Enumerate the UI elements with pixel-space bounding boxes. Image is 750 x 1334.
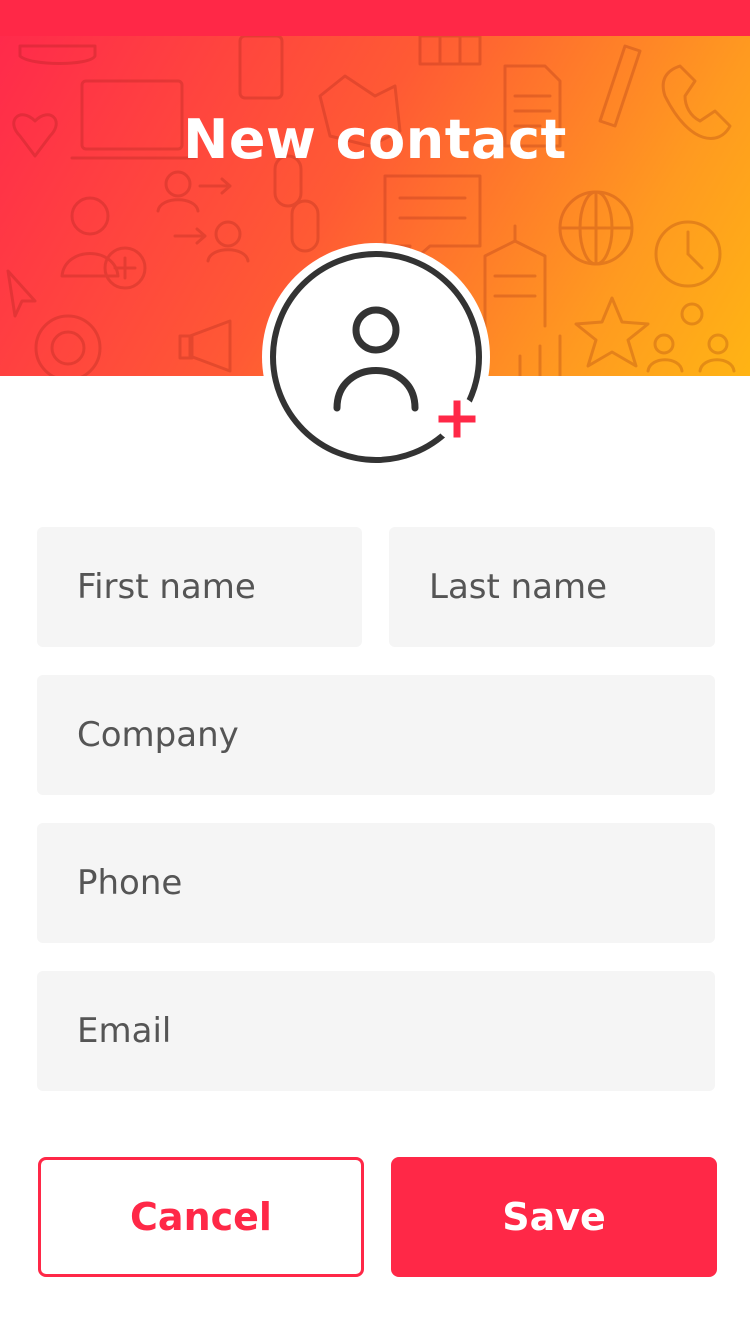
avatar-placeholder <box>262 243 490 471</box>
company-input[interactable] <box>37 675 715 795</box>
email-input[interactable] <box>37 971 715 1091</box>
page-title: New contact <box>183 108 567 171</box>
first-name-input[interactable] <box>37 527 362 647</box>
add-photo-button[interactable] <box>261 242 491 472</box>
status-bar <box>0 0 750 36</box>
last-name-input[interactable] <box>389 527 715 647</box>
cancel-button[interactable]: Cancel <box>38 1157 364 1277</box>
save-button[interactable]: Save <box>391 1157 717 1277</box>
phone-input[interactable] <box>37 823 715 943</box>
plus-icon <box>435 397 479 441</box>
new-contact-screen: New contact Cancel Save <box>0 0 750 1334</box>
